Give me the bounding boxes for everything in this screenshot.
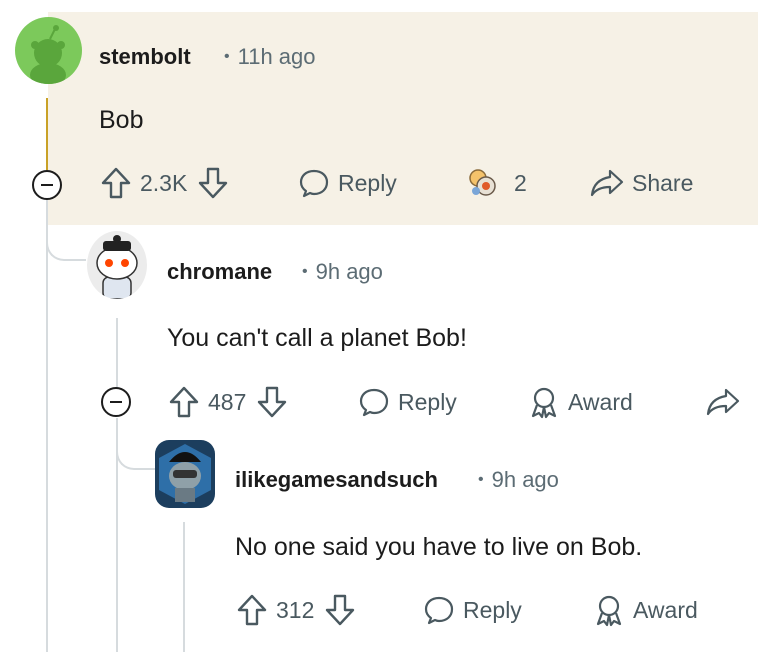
award-button[interactable]: Award	[528, 385, 633, 419]
snoo-avatar-icon	[96, 235, 138, 299]
comment-body: No one said you have to live on Bob.	[235, 533, 643, 561]
reply-icon	[358, 386, 390, 418]
award-button[interactable]: Award	[593, 593, 698, 627]
reply-label: Reply	[463, 596, 522, 623]
thread-branch-1	[46, 225, 86, 261]
reply-label: Reply	[338, 169, 397, 196]
comment-author[interactable]: ilikegamesandsuch	[235, 467, 438, 493]
vote-score: 487	[208, 388, 247, 415]
thread-line-active	[46, 98, 48, 170]
upvote-icon[interactable]	[168, 385, 200, 419]
comment-timestamp: • 9h ago	[478, 467, 559, 492]
vote-score: 2.3K	[140, 169, 188, 196]
share-label: Share	[632, 169, 694, 196]
thread-line-3	[183, 522, 185, 652]
downvote-icon[interactable]	[197, 166, 229, 200]
vote-group: 487	[168, 385, 288, 419]
vote-group: 2.3K	[100, 166, 229, 200]
comment-timestamp: • 9h ago	[302, 259, 383, 284]
downvote-icon[interactable]	[324, 593, 356, 627]
reply-button[interactable]: Reply	[358, 386, 457, 418]
upvote-icon[interactable]	[236, 593, 268, 627]
reply-button[interactable]: Reply	[423, 594, 522, 626]
share-icon	[706, 387, 740, 417]
avatar[interactable]	[87, 231, 147, 299]
share-button[interactable]: Share	[590, 168, 693, 198]
comment-body: Bob	[99, 106, 144, 134]
comment-timestamp: • 11h ago	[224, 44, 316, 69]
reply-icon	[298, 167, 330, 199]
avatar[interactable]	[155, 440, 215, 508]
collapse-thread-button[interactable]	[32, 170, 62, 200]
award-icon	[593, 593, 625, 627]
share-icon	[590, 168, 624, 198]
reply-button[interactable]: Reply	[298, 167, 397, 199]
upvote-icon[interactable]	[100, 166, 132, 200]
thread-line-2	[116, 318, 118, 390]
award-label: Award	[633, 596, 698, 623]
share-button[interactable]	[706, 387, 740, 417]
award-icon	[528, 385, 560, 419]
custom-avatar-icon	[159, 444, 211, 504]
award-count: 2	[514, 169, 527, 196]
award-badge-icon	[466, 166, 500, 200]
reply-icon	[423, 594, 455, 626]
snoo-avatar-icon	[30, 25, 66, 84]
thread-branch-2	[116, 428, 156, 470]
award-label: Award	[568, 388, 633, 415]
collapse-thread-button[interactable]	[101, 387, 131, 417]
reply-label: Reply	[398, 388, 457, 415]
vote-group: 312	[236, 593, 356, 627]
comment-author[interactable]: chromane	[167, 259, 272, 285]
comment-body: You can't call a planet Bob!	[167, 324, 467, 352]
thread-line-1	[46, 200, 48, 652]
awards-button[interactable]: 2	[466, 166, 527, 200]
downvote-icon[interactable]	[256, 385, 288, 419]
avatar[interactable]	[15, 17, 82, 84]
vote-score: 312	[276, 596, 315, 623]
comment-author[interactable]: stembolt	[99, 44, 191, 70]
